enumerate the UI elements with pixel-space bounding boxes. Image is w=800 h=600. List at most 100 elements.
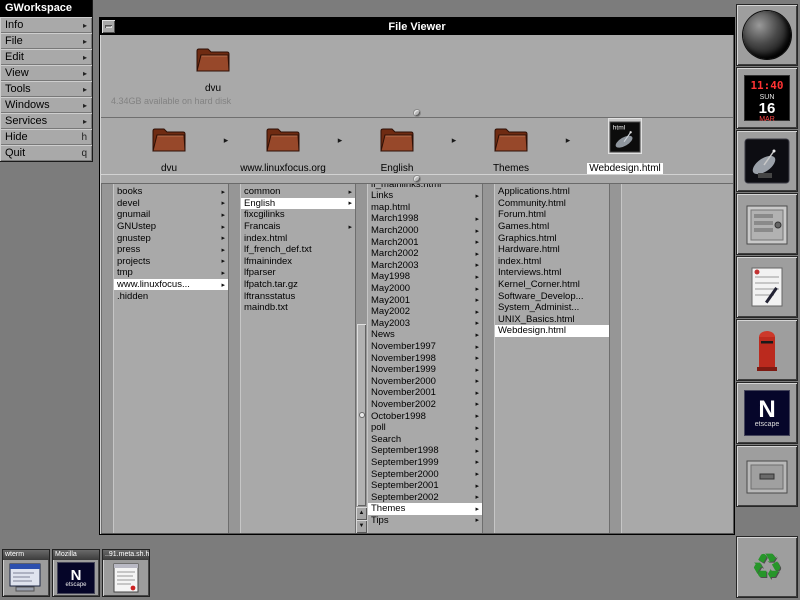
file-row[interactable]: November1999▸ <box>368 364 482 376</box>
scroll-up-button[interactable]: ▲ <box>356 507 367 520</box>
file-row[interactable]: March2000▸ <box>368 225 482 237</box>
menu-item-hide[interactable]: Hideh <box>0 129 92 145</box>
file-row[interactable]: September2001▸ <box>368 480 482 492</box>
file-row[interactable]: poll▸ <box>368 422 482 434</box>
file-row[interactable]: May2000▸ <box>368 283 482 295</box>
column-scrollbar[interactable] <box>101 184 114 533</box>
divider-handle-icon[interactable] <box>414 110 420 116</box>
menu-item-windows[interactable]: Windows▸ <box>0 97 92 113</box>
file-row[interactable]: Graphics.html <box>495 232 609 244</box>
dock-tile-satellite[interactable] <box>736 130 798 192</box>
file-row[interactable]: Tips▸ <box>368 515 482 527</box>
file-row[interactable]: lf_mainlinks.html <box>368 184 482 190</box>
menu-item-info[interactable]: Info▸ <box>0 17 92 33</box>
menu-item-file[interactable]: File▸ <box>0 33 92 49</box>
file-row[interactable]: Interviews.html <box>495 267 609 279</box>
file-row[interactable]: Applications.html <box>495 186 609 198</box>
file-row[interactable]: September1999▸ <box>368 457 482 469</box>
file-row[interactable]: May2001▸ <box>368 294 482 306</box>
shelf-item-dvu[interactable]: dvu <box>116 117 222 176</box>
scrollbar-knob[interactable] <box>357 324 366 506</box>
file-row[interactable]: books▸ <box>114 186 228 198</box>
shelf-divider[interactable] <box>101 109 733 117</box>
scroll-down-button[interactable]: ▼ <box>356 520 367 533</box>
file-row[interactable]: fixcgilinks <box>241 209 355 221</box>
menu-item-services[interactable]: Services▸ <box>0 113 92 129</box>
file-row[interactable]: map.html <box>368 202 482 214</box>
file-row[interactable]: GNUstep▸ <box>114 221 228 233</box>
file-row[interactable]: press▸ <box>114 244 228 256</box>
file-row[interactable]: May1998▸ <box>368 271 482 283</box>
shelf-item-webdesign-html[interactable]: htmlWebdesign.html <box>572 117 678 176</box>
file-row[interactable]: www.linuxfocus...▸ <box>114 279 228 291</box>
menu-item-quit[interactable]: Quitq <box>0 145 92 161</box>
dock-tile-postbox[interactable] <box>736 319 798 381</box>
file-row[interactable]: lf_french_def.txt <box>241 244 355 256</box>
file-row[interactable]: gnustep▸ <box>114 232 228 244</box>
file-row[interactable]: tmp▸ <box>114 267 228 279</box>
file-row[interactable]: News▸ <box>368 329 482 341</box>
divider-handle-icon[interactable] <box>414 176 420 182</box>
dock-tile-clock[interactable]: 11:40SUN16MAR <box>736 67 798 129</box>
file-row[interactable]: March2003▸ <box>368 260 482 272</box>
file-row[interactable]: September2002▸ <box>368 491 482 503</box>
file-row[interactable]: Francais▸ <box>241 221 355 233</box>
file-row[interactable]: Community.html <box>495 198 609 210</box>
file-row[interactable]: September1998▸ <box>368 445 482 457</box>
file-row[interactable]: Forum.html <box>495 209 609 221</box>
file-row[interactable]: Links▸ <box>368 190 482 202</box>
file-row[interactable]: Games.html <box>495 221 609 233</box>
file-row[interactable]: projects▸ <box>114 256 228 268</box>
file-row[interactable]: Search▸ <box>368 433 482 445</box>
browser-divider[interactable] <box>101 175 733 183</box>
file-row[interactable]: System_Administ... <box>495 302 609 314</box>
menu-title[interactable]: GWorkspace <box>0 0 92 17</box>
file-row[interactable]: lftransstatus <box>241 290 355 302</box>
file-row[interactable]: Webdesign.html <box>495 325 609 337</box>
menu-item-edit[interactable]: Edit▸ <box>0 49 92 65</box>
file-row[interactable]: November2000▸ <box>368 376 482 388</box>
column-scrollbar[interactable] <box>609 184 622 533</box>
file-row[interactable]: September2000▸ <box>368 468 482 480</box>
menu-item-view[interactable]: View▸ <box>0 65 92 81</box>
file-row[interactable]: .hidden <box>114 290 228 302</box>
file-row[interactable]: UNIX_Basics.html <box>495 314 609 326</box>
shelf-item-www-linuxfocus-org[interactable]: www.linuxfocus.org <box>230 117 336 176</box>
file-row[interactable]: March1998▸ <box>368 213 482 225</box>
shelf-item-themes[interactable]: Themes <box>458 117 564 176</box>
menu-item-tools[interactable]: Tools▸ <box>0 81 92 97</box>
dock-tile-drawer[interactable] <box>736 445 798 507</box>
file-row[interactable]: Software_Develop... <box>495 290 609 302</box>
dock-tile-notes[interactable] <box>736 256 798 318</box>
shelf-item-english[interactable]: English <box>344 117 450 176</box>
file-row[interactable]: devel▸ <box>114 198 228 210</box>
file-row[interactable]: lfmainindex <box>241 256 355 268</box>
dock-tile-safe[interactable] <box>736 193 798 255</box>
dock-tile-netscape[interactable]: Netscape <box>736 382 798 444</box>
root-folder[interactable]: dvu <box>185 39 241 96</box>
file-row[interactable]: May2003▸ <box>368 318 482 330</box>
column-scrollbar[interactable] <box>228 184 241 533</box>
file-row[interactable]: November1998▸ <box>368 352 482 364</box>
file-row[interactable]: March2002▸ <box>368 248 482 260</box>
file-row[interactable]: index.html <box>495 256 609 268</box>
miniwindow-mozilla[interactable]: MozillaNetscape <box>52 549 100 597</box>
file-row[interactable]: Themes▸ <box>368 503 482 515</box>
file-row[interactable]: maindb.txt <box>241 302 355 314</box>
file-row[interactable]: October1998▸ <box>368 410 482 422</box>
file-row[interactable]: November2001▸ <box>368 387 482 399</box>
dock-tile-recycler[interactable]: ♻ <box>736 536 798 598</box>
miniaturize-button[interactable] <box>102 20 115 33</box>
file-row[interactable]: gnumail▸ <box>114 209 228 221</box>
file-row[interactable]: English▸ <box>241 198 355 210</box>
dock-tile-sphere[interactable] <box>736 4 798 66</box>
file-row[interactable]: November2002▸ <box>368 399 482 411</box>
file-row[interactable]: Kernel_Corner.html <box>495 279 609 291</box>
miniwindow-wterm[interactable]: wterm <box>2 549 50 597</box>
file-row[interactable]: lfparser <box>241 267 355 279</box>
column-scrollbar[interactable] <box>482 184 495 533</box>
file-row[interactable]: March2001▸ <box>368 236 482 248</box>
file-row[interactable]: Hardware.html <box>495 244 609 256</box>
file-row[interactable]: November1997▸ <box>368 341 482 353</box>
file-row[interactable]: May2002▸ <box>368 306 482 318</box>
